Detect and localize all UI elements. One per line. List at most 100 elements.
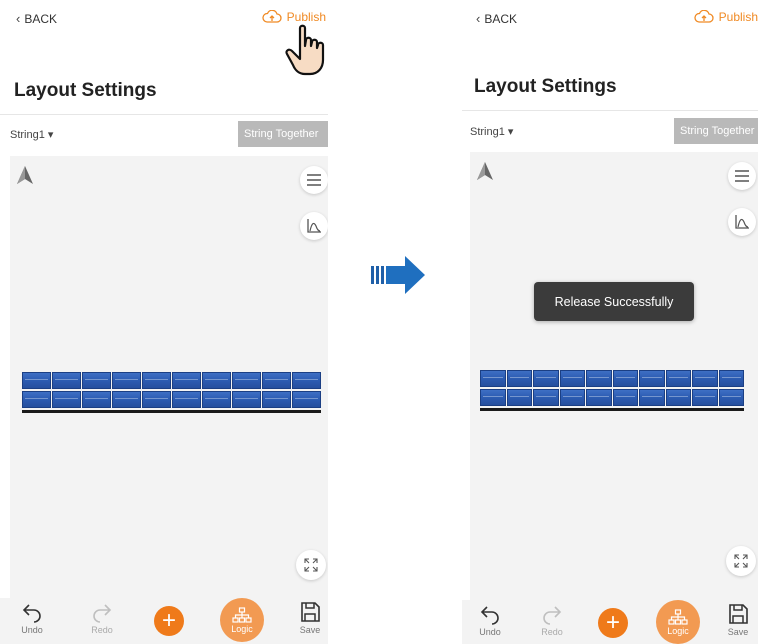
- solar-panel[interactable]: [718, 389, 744, 406]
- publish-label: Publish: [286, 10, 326, 24]
- solar-panel[interactable]: [480, 370, 506, 387]
- back-button[interactable]: ‹ BACK: [476, 11, 517, 26]
- solar-panel[interactable]: [480, 389, 506, 406]
- string-together-button[interactable]: String Together: [238, 121, 328, 147]
- chart-button[interactable]: [728, 208, 756, 236]
- undo-label: Undo: [21, 625, 43, 635]
- panel-array[interactable]: [22, 372, 321, 415]
- solar-panel[interactable]: [232, 372, 261, 389]
- logic-tree-icon: [232, 606, 252, 623]
- solar-panel[interactable]: [172, 391, 201, 408]
- undo-label: Undo: [479, 627, 501, 637]
- back-button[interactable]: ‹ BACK: [16, 11, 57, 26]
- solar-panel[interactable]: [82, 372, 111, 389]
- save-label: Save: [727, 627, 749, 637]
- solar-panel[interactable]: [142, 391, 171, 408]
- solar-panel[interactable]: [202, 372, 231, 389]
- logic-button[interactable]: Logic: [220, 598, 264, 642]
- redo-button[interactable]: Redo: [540, 602, 564, 637]
- solar-panel[interactable]: [506, 389, 532, 406]
- redo-icon: [93, 604, 112, 623]
- solar-panel[interactable]: [22, 391, 51, 408]
- fullscreen-button[interactable]: [296, 550, 326, 580]
- add-button[interactable]: +: [598, 608, 628, 638]
- fullscreen-button[interactable]: [726, 546, 756, 576]
- solar-panel[interactable]: [262, 372, 291, 389]
- solar-panel[interactable]: [22, 372, 51, 389]
- solar-panel[interactable]: [692, 389, 718, 406]
- chevron-left-icon: ‹: [16, 11, 21, 26]
- publish-button[interactable]: Publish: [693, 10, 758, 24]
- string-together-button[interactable]: String Together: [674, 118, 758, 144]
- solar-panel[interactable]: [612, 389, 638, 406]
- panel-mount: [22, 410, 321, 413]
- solar-panel[interactable]: [612, 370, 638, 387]
- plus-icon: +: [161, 607, 176, 634]
- chart-icon: [307, 219, 321, 233]
- solar-panel[interactable]: [718, 370, 744, 387]
- solar-panel[interactable]: [665, 389, 691, 406]
- list-button[interactable]: [728, 162, 756, 190]
- layout-canvas[interactable]: Release Successfully: [470, 152, 758, 600]
- layout-canvas[interactable]: [10, 156, 328, 598]
- chevron-left-icon: ‹: [476, 11, 481, 26]
- solar-panel[interactable]: [52, 391, 81, 408]
- solar-panel[interactable]: [665, 370, 691, 387]
- list-icon: [307, 174, 321, 186]
- panel-row: [22, 372, 321, 389]
- solar-panel[interactable]: [692, 370, 718, 387]
- add-button[interactable]: +: [154, 606, 184, 636]
- solar-panel[interactable]: [586, 389, 612, 406]
- right-arrow-icon: [371, 256, 425, 294]
- solar-panel[interactable]: [292, 391, 321, 408]
- undo-button[interactable]: Undo: [20, 600, 44, 635]
- redo-button[interactable]: Redo: [90, 600, 114, 635]
- screen-after: ‹ BACK Publish Layout Settings String1 ▾…: [462, 0, 758, 644]
- undo-icon: [22, 604, 41, 623]
- hand-pointer-icon: [285, 24, 325, 76]
- north-arrow-icon[interactable]: [474, 160, 496, 182]
- solar-panel[interactable]: [559, 389, 585, 406]
- top-bar: ‹ BACK Publish: [0, 0, 328, 40]
- solar-panel[interactable]: [52, 372, 81, 389]
- solar-panel[interactable]: [639, 389, 665, 406]
- chart-button[interactable]: [300, 212, 328, 240]
- list-button[interactable]: [300, 166, 328, 194]
- expand-icon: [734, 554, 748, 568]
- solar-panel[interactable]: [533, 389, 559, 406]
- save-icon: [301, 602, 320, 622]
- string-select[interactable]: String1 ▾: [10, 128, 53, 141]
- page-title: Layout Settings: [14, 80, 157, 101]
- top-bar: ‹ BACK Publish: [462, 0, 758, 40]
- solar-panel[interactable]: [292, 372, 321, 389]
- string-select[interactable]: String1 ▾: [470, 125, 513, 138]
- solar-panel[interactable]: [586, 370, 612, 387]
- solar-panel[interactable]: [112, 391, 141, 408]
- solar-panel[interactable]: [112, 372, 141, 389]
- save-button[interactable]: Save: [298, 600, 322, 635]
- divider: [462, 110, 758, 111]
- solar-panel[interactable]: [82, 391, 111, 408]
- solar-panel[interactable]: [506, 370, 532, 387]
- solar-panel[interactable]: [559, 370, 585, 387]
- solar-panel[interactable]: [232, 391, 261, 408]
- expand-icon: [304, 558, 318, 572]
- publish-button[interactable]: Publish: [261, 10, 326, 24]
- redo-icon: [543, 606, 562, 625]
- panel-array[interactable]: [480, 370, 744, 413]
- logic-button[interactable]: Logic: [656, 600, 700, 644]
- north-arrow-icon[interactable]: [14, 164, 36, 186]
- logic-label: Logic: [667, 625, 689, 636]
- divider: [0, 114, 328, 115]
- redo-label: Redo: [541, 627, 563, 637]
- panel-row: [480, 370, 744, 387]
- solar-panel[interactable]: [202, 391, 231, 408]
- panel-row: [22, 391, 321, 408]
- solar-panel[interactable]: [262, 391, 291, 408]
- save-button[interactable]: Save: [726, 602, 750, 637]
- solar-panel[interactable]: [142, 372, 171, 389]
- undo-button[interactable]: Undo: [478, 602, 502, 637]
- solar-panel[interactable]: [533, 370, 559, 387]
- solar-panel[interactable]: [639, 370, 665, 387]
- solar-panel[interactable]: [172, 372, 201, 389]
